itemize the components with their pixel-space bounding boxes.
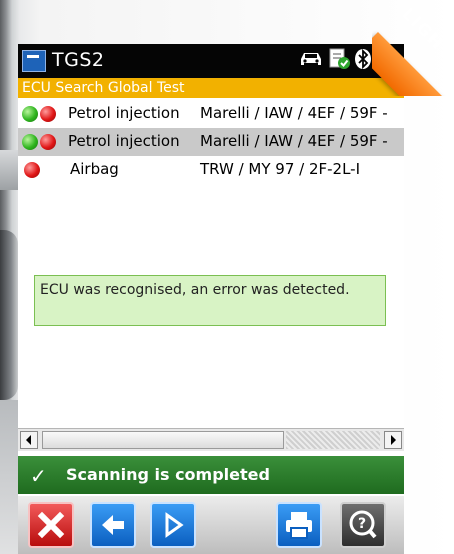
ecu-name: Petrol injection bbox=[68, 132, 180, 150]
section-title: ECU Search Global Test bbox=[18, 78, 404, 98]
status-bar: ✓ Scanning is completed bbox=[18, 456, 404, 494]
ecu-info: Marelli / IAW / 4EF / 59F - bbox=[200, 132, 388, 150]
back-button[interactable] bbox=[90, 502, 136, 548]
print-button[interactable] bbox=[276, 502, 322, 548]
list-item-selected[interactable]: Petrol injection Marelli / IAW / 4EF / 5… bbox=[18, 128, 404, 156]
status-error-icon bbox=[40, 106, 56, 122]
status-error-icon bbox=[40, 134, 56, 150]
light-ribbon: LIGHT bbox=[372, 6, 454, 96]
status-ok-icon bbox=[22, 134, 38, 150]
forward-arrow-icon bbox=[165, 512, 184, 538]
checklist-icon bbox=[328, 48, 350, 74]
scroll-left-button[interactable] bbox=[20, 431, 38, 449]
car-icon bbox=[298, 49, 324, 73]
list-item[interactable]: Petrol injection Marelli / IAW / 4EF / 5… bbox=[18, 100, 404, 128]
help-button[interactable]: ? bbox=[340, 502, 386, 548]
ecu-info: TRW / MY 97 / 2F-2L-I bbox=[200, 160, 361, 178]
ecu-info: Marelli / IAW / 4EF / 59F - bbox=[200, 104, 388, 122]
printer-icon bbox=[286, 512, 312, 539]
back-arrow-icon bbox=[102, 515, 124, 535]
scrollbar-track[interactable] bbox=[286, 431, 380, 449]
forward-button[interactable] bbox=[150, 502, 196, 548]
ecu-list: Petrol injection Marelli / IAW / 4EF / 5… bbox=[18, 100, 404, 184]
svg-text:?: ? bbox=[358, 516, 366, 532]
background-dashboard-bottom bbox=[0, 400, 18, 554]
horizontal-scrollbar[interactable] bbox=[18, 428, 404, 451]
checkmark-icon: ✓ bbox=[30, 464, 47, 488]
ecu-name: Petrol injection bbox=[68, 104, 180, 122]
status-ok-icon bbox=[22, 106, 38, 122]
device-screen: TGS2 ECU Search Global Test Petrol injec… bbox=[18, 44, 404, 554]
bluetooth-icon bbox=[354, 48, 372, 74]
scrollbar-thumb[interactable] bbox=[42, 431, 284, 449]
ribbon-label: LIGHT bbox=[398, 6, 454, 63]
help-icon: ? bbox=[349, 510, 377, 539]
title-bar: TGS2 bbox=[18, 44, 404, 78]
app-title: TGS2 bbox=[52, 49, 105, 71]
bottom-toolbar: ? bbox=[18, 496, 404, 554]
list-item[interactable]: Airbag TRW / MY 97 / 2F-2L-I bbox=[18, 156, 404, 184]
background-dashboard-vent bbox=[0, 230, 18, 400]
scroll-right-button[interactable] bbox=[384, 431, 402, 449]
status-text: Scanning is completed bbox=[66, 465, 270, 484]
close-icon bbox=[37, 511, 65, 539]
message-box: ECU was recognised, an error was detecte… bbox=[34, 275, 386, 326]
app-logo-icon bbox=[22, 50, 46, 72]
status-error-icon bbox=[24, 162, 40, 178]
background-dashboard-top bbox=[0, 150, 18, 190]
close-button[interactable] bbox=[28, 502, 74, 548]
ecu-name: Airbag bbox=[70, 160, 119, 178]
